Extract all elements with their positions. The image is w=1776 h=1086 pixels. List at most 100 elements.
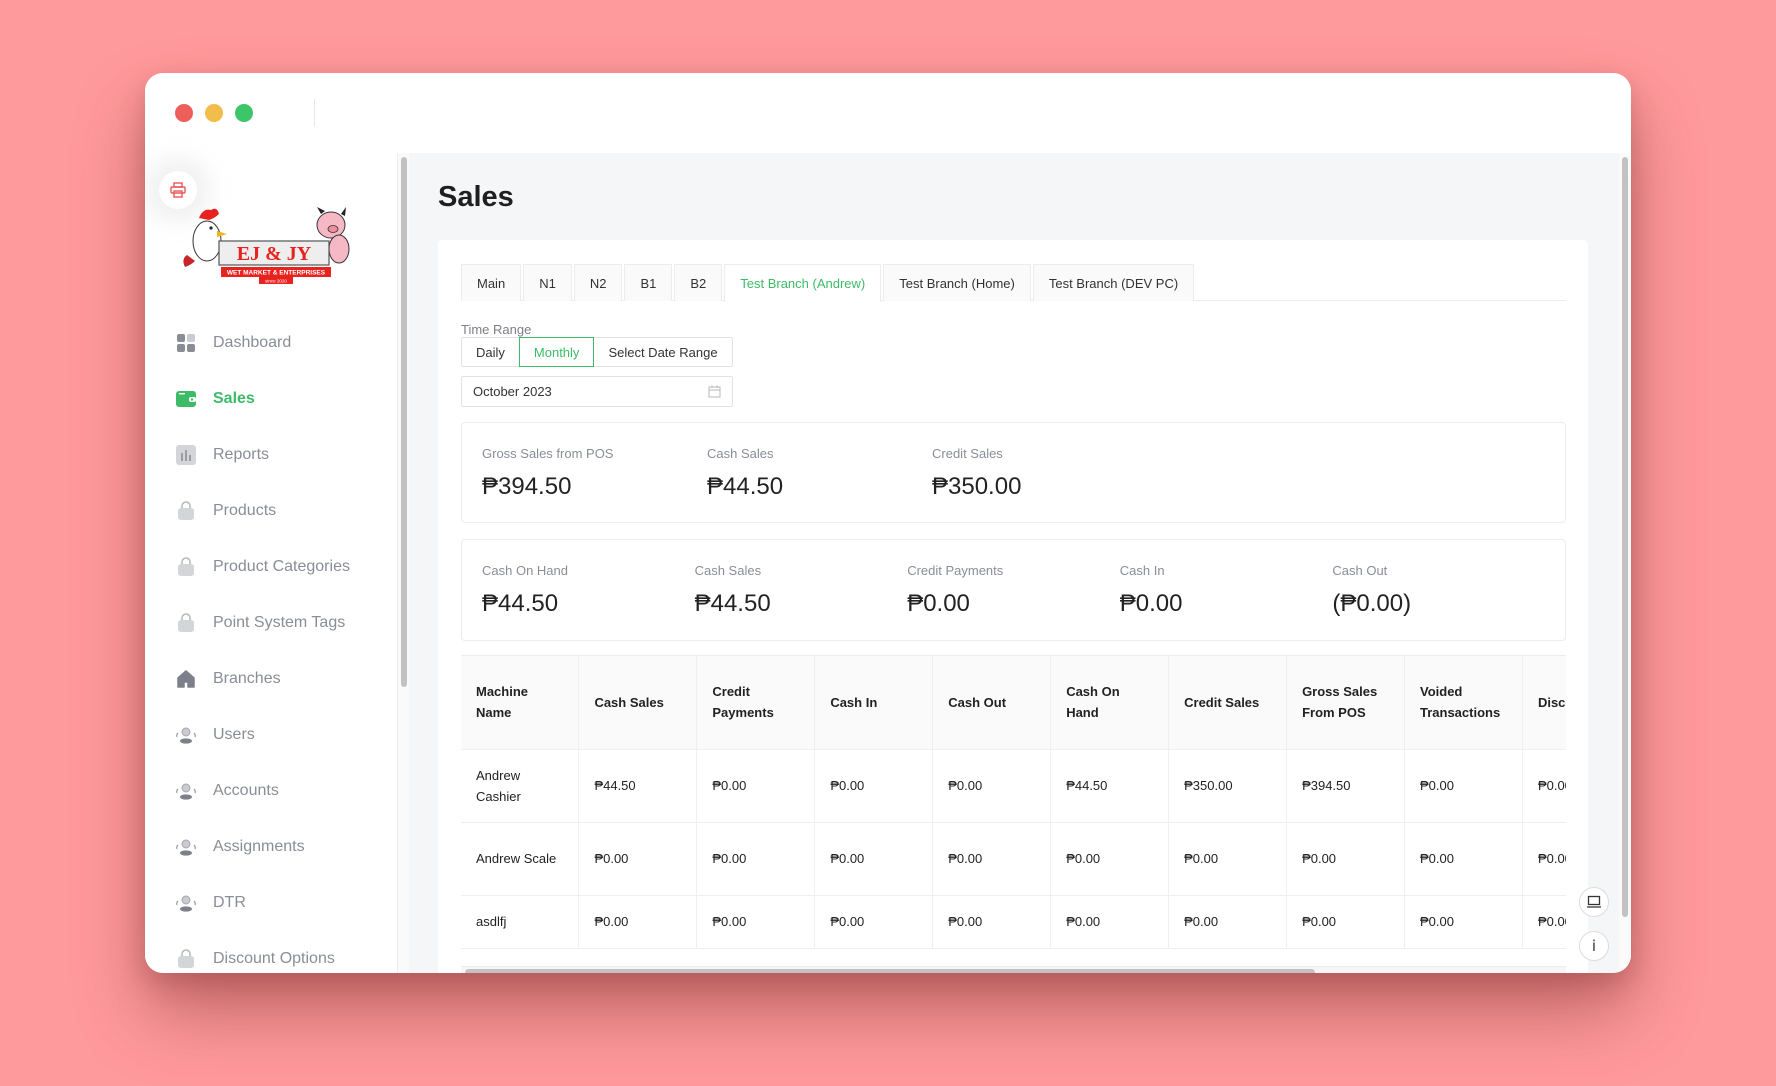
- device-button[interactable]: [1579, 887, 1609, 917]
- stat-value: ₱44.50: [707, 473, 784, 500]
- machine-sales-table-container: Machine Name Cash Sales Credit Payments …: [461, 655, 1566, 966]
- table-cell: ₱44.50: [1050, 749, 1170, 823]
- tab-test-branch-andrew[interactable]: Test Branch (Andrew): [724, 264, 882, 302]
- stat-value: ₱394.50: [482, 473, 572, 500]
- table-cell: ₱350.00: [1168, 749, 1288, 823]
- branch-tabs: Main N1 N2 B1 B2 Test Branch (Andrew) Te…: [461, 264, 1566, 302]
- column-header: Credit Sales: [1168, 656, 1288, 750]
- table-cell: ₱0.00: [1168, 822, 1288, 896]
- svg-text:WET MARKET & ENTERPRISES: WET MARKET & ENTERPRISES: [227, 270, 326, 277]
- table-scrollbar-thumb[interactable]: [465, 969, 1315, 973]
- titlebar-divider: [314, 99, 315, 127]
- stat-cash-sales: Cash Sales ₱44.50: [707, 423, 932, 522]
- stat-credit-sales: Credit Sales ₱350.00: [932, 423, 1157, 522]
- tab-main[interactable]: Main: [461, 264, 522, 301]
- table-cell: ₱0.00: [1050, 822, 1170, 896]
- info-button[interactable]: i: [1579, 931, 1609, 961]
- tab-n1[interactable]: N1: [523, 264, 572, 301]
- table-cell: ₱0.00: [1286, 822, 1405, 896]
- table-cell: ₱0.00: [1286, 895, 1405, 949]
- table-cell: ₱0.00: [814, 822, 934, 896]
- sidebar-item-users[interactable]: Users: [175, 707, 397, 763]
- sidebar-item-label: Users: [213, 726, 255, 743]
- stat-value: ₱44.50: [694, 590, 771, 617]
- sidebar-item-accounts[interactable]: Accounts: [175, 763, 397, 819]
- home-icon: [175, 668, 197, 690]
- close-window-button[interactable]: [175, 104, 193, 122]
- users-icon: [175, 780, 197, 802]
- minimize-window-button[interactable]: [205, 104, 223, 122]
- sidebar-item-reports[interactable]: Reports: [175, 427, 397, 483]
- time-range-daily-button[interactable]: Daily: [461, 337, 520, 367]
- time-range-label: Time Range: [461, 322, 532, 337]
- stat-gross-sales: Gross Sales from POS ₱394.50: [482, 423, 707, 522]
- maximize-window-button[interactable]: [235, 104, 253, 122]
- stat-label: Cash On Hand: [482, 563, 568, 578]
- brand-logo: EJ & JY WET MARKET & ENTERPRISES since 2…: [181, 203, 356, 288]
- stat-value: ₱0.00: [907, 590, 970, 617]
- table-cell: ₱0.00: [1522, 822, 1566, 896]
- sidebar-item-product-categories[interactable]: Product Categories: [175, 539, 397, 595]
- table-cell: ₱0.00: [1168, 895, 1288, 949]
- summary-panel-sales: Gross Sales from POS ₱394.50 Cash Sales …: [461, 422, 1566, 523]
- table-row: Andrew Scale ₱0.00 ₱0.00 ₱0.00 ₱0.00 ₱0.…: [461, 822, 1566, 896]
- stat-label: Cash Sales: [694, 563, 762, 578]
- sidebar-item-point-system-tags[interactable]: Point System Tags: [175, 595, 397, 651]
- sidebar-item-label: Assignments: [213, 838, 305, 855]
- main-scrollbar[interactable]: [1619, 153, 1631, 973]
- summary-panel-cash: Cash On Hand ₱44.50 Cash Sales ₱44.50 Cr…: [461, 539, 1566, 641]
- month-picker-value: October 2023: [473, 384, 552, 399]
- sidebar-item-products[interactable]: Products: [175, 483, 397, 539]
- tab-test-branch-home[interactable]: Test Branch (Home): [883, 264, 1031, 301]
- sidebar-item-dashboard[interactable]: Dashboard: [175, 315, 397, 371]
- sidebar-item-branches[interactable]: Branches: [175, 651, 397, 707]
- main-scrollbar-thumb[interactable]: [1622, 157, 1628, 917]
- table-cell: ₱394.50: [1286, 749, 1405, 823]
- shopping-bag-icon: [175, 556, 197, 578]
- sidebar-item-discount-options[interactable]: Discount Options: [175, 931, 397, 973]
- time-range-selector: Daily Monthly Select Date Range: [461, 337, 733, 367]
- table-cell: Andrew Cashier: [461, 749, 580, 823]
- table-row: asdlfj ₱0.00 ₱0.00 ₱0.00 ₱0.00 ₱0.00 ₱0.…: [461, 895, 1566, 949]
- column-header: Voided Transactions: [1404, 656, 1523, 750]
- column-header: Credit Payments: [696, 656, 816, 750]
- users-icon: [175, 724, 197, 746]
- stat-cash-sales: Cash Sales ₱44.50: [695, 540, 908, 640]
- stat-value: ₱44.50: [482, 590, 559, 617]
- sidebar-nav: Dashboard Sales Reports Products Product…: [175, 315, 397, 973]
- shopping-bag-icon: [175, 500, 197, 522]
- table-row: Andrew Cashier ₱44.50 ₱0.00 ₱0.00 ₱0.00 …: [461, 749, 1566, 823]
- stat-cash-on-hand: Cash On Hand ₱44.50: [482, 540, 695, 640]
- table-cell: asdlfj: [461, 895, 580, 949]
- sidebar-item-dtr[interactable]: DTR: [175, 875, 397, 931]
- sidebar-item-sales[interactable]: Sales: [175, 371, 397, 427]
- sidebar-scrollbar-thumb[interactable]: [401, 157, 407, 687]
- info-icon: i: [1591, 937, 1597, 955]
- svg-text:EJ & JY: EJ & JY: [237, 243, 312, 265]
- time-range-date-range-button[interactable]: Select Date Range: [593, 337, 733, 367]
- tab-b2[interactable]: B2: [674, 264, 723, 301]
- stat-credit-payments: Credit Payments ₱0.00: [907, 540, 1120, 640]
- table-cell: ₱0.00: [578, 822, 698, 896]
- tab-b1[interactable]: B1: [624, 264, 673, 301]
- table-cell: ₱0.00: [932, 895, 1052, 949]
- table-header-row: Machine Name Cash Sales Credit Payments …: [461, 656, 1566, 750]
- tab-n2[interactable]: N2: [573, 264, 623, 301]
- wallet-icon: [175, 388, 197, 410]
- table-horizontal-scrollbar[interactable]: [461, 966, 1566, 973]
- table-cell: ₱0.00: [814, 895, 934, 949]
- table-cell: ₱0.00: [932, 822, 1052, 896]
- column-header: Cash Sales: [578, 656, 698, 750]
- sidebar-scrollbar[interactable]: [397, 153, 409, 973]
- time-range-monthly-button[interactable]: Monthly: [518, 337, 595, 367]
- sidebar-item-label: Sales: [213, 390, 255, 407]
- table-cell: ₱44.50: [578, 749, 698, 823]
- month-picker-input[interactable]: October 2023: [461, 376, 733, 407]
- tab-test-branch-dev-pc[interactable]: Test Branch (DEV PC): [1032, 264, 1195, 301]
- dashboard-grid-icon: [175, 332, 197, 354]
- sidebar-item-label: Discount Options: [213, 950, 335, 967]
- sidebar-item-assignments[interactable]: Assignments: [175, 819, 397, 875]
- column-header: Discounts: [1522, 656, 1566, 750]
- sidebar-item-label: Product Categories: [213, 558, 350, 575]
- sidebar-item-label: Branches: [213, 670, 281, 687]
